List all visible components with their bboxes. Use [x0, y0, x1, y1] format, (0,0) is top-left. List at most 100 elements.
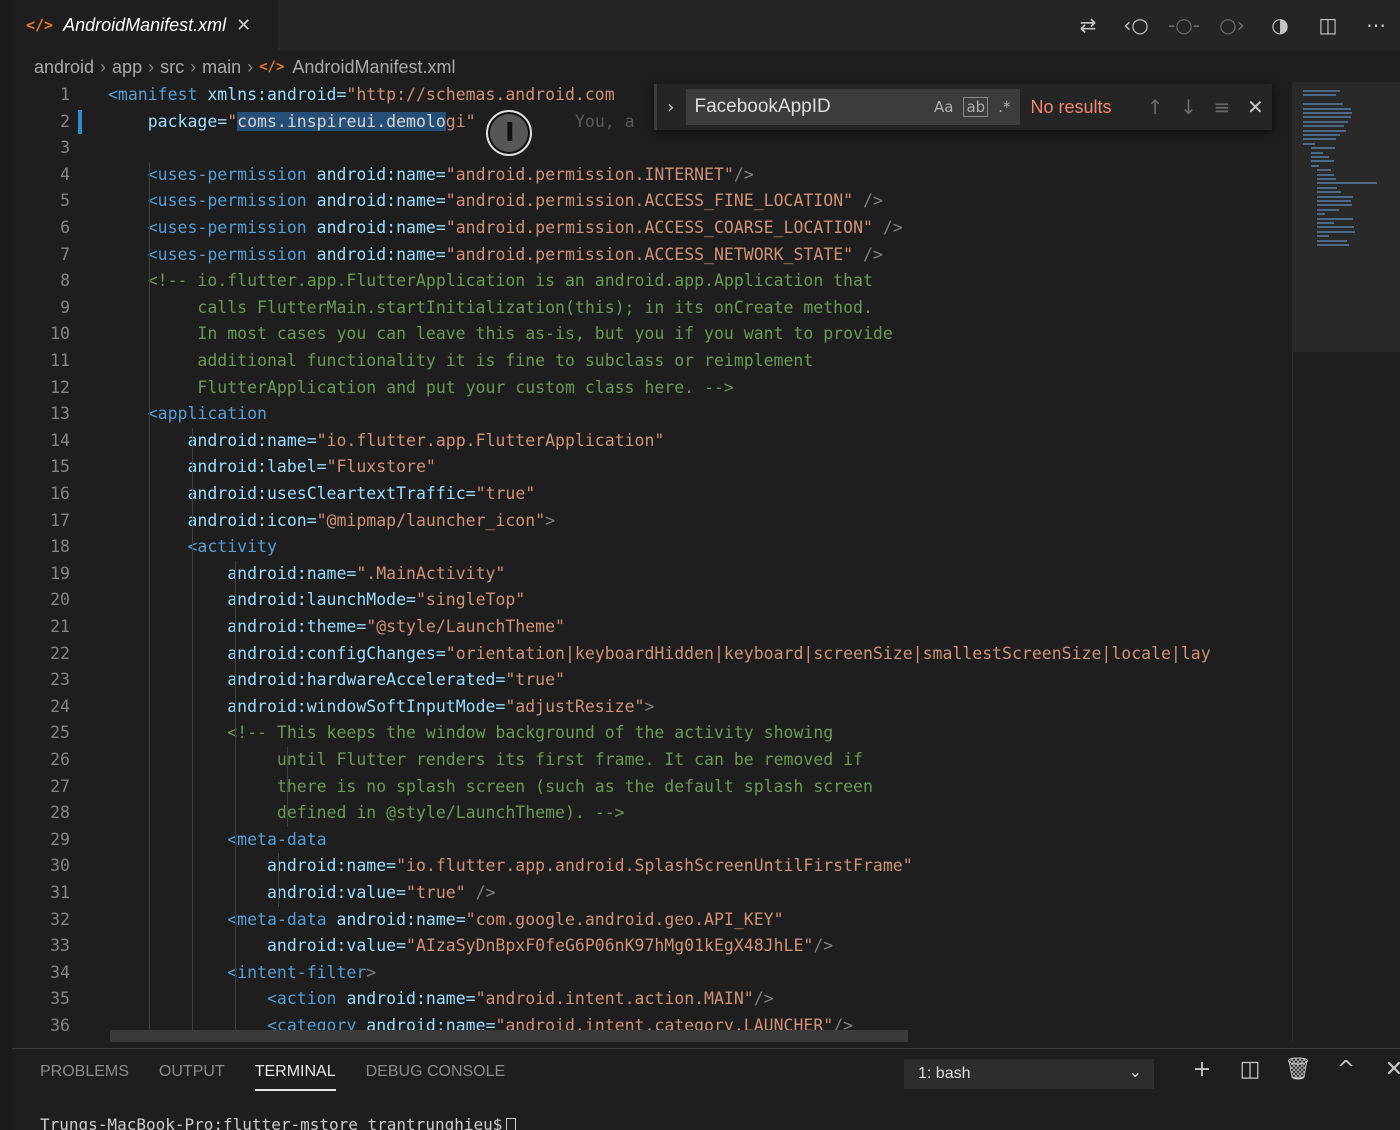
code-line[interactable]: 31 android:value="true" /> [12, 880, 1292, 907]
code-token: /> [853, 191, 883, 211]
code-line[interactable]: 15 android:label="Fluxstore" [12, 454, 1292, 481]
more-actions-icon[interactable]: ⋯ [1352, 13, 1400, 37]
go-forward-icon[interactable]: ○› [1208, 13, 1256, 37]
terminal-select[interactable]: 1: bash ⌄ [904, 1059, 1154, 1089]
code-token: ".MainActivity" [356, 563, 506, 583]
minimap-line [1303, 94, 1336, 97]
code-token: /> [733, 164, 754, 184]
code-line[interactable]: 12 FlutterApplication and put your custo… [12, 375, 1292, 402]
code-token: android:configChanges= [227, 643, 446, 663]
find-status: No results [1030, 96, 1112, 117]
breadcrumb-main[interactable]: main [202, 57, 241, 78]
code-line[interactable]: 17 android:icon="@mipmap/launcher_icon"> [12, 508, 1292, 535]
code-line[interactable]: 23 android:hardwareAccelerated="true" [12, 667, 1292, 694]
breadcrumb-file[interactable]: AndroidManifest.xml [292, 57, 455, 78]
code-text: <uses-permission android:name="android.p… [108, 245, 883, 264]
code-line[interactable]: 30 android:name="io.flutter.app.android.… [12, 853, 1292, 880]
go-back-icon[interactable]: ‹○ [1112, 13, 1160, 37]
find-in-selection-icon[interactable]: ≡ [1205, 95, 1238, 119]
code-line[interactable]: 6 <uses-permission android:name="android… [12, 215, 1292, 242]
previous-match-icon[interactable]: ↑ [1138, 95, 1171, 119]
code-line[interactable]: 25 <!-- This keeps the window background… [12, 720, 1292, 747]
code-line[interactable]: 9 calls FlutterMain.startInitialization(… [12, 295, 1292, 322]
split-terminal-icon[interactable]: ◫ [1226, 1057, 1274, 1082]
find-close-icon[interactable]: ✕ [1239, 95, 1272, 119]
close-panel-icon[interactable]: ✕ [1370, 1057, 1400, 1082]
open-changes-icon[interactable]: ⇄ [1064, 13, 1112, 37]
code-line[interactable]: 34 <intent-filter> [12, 960, 1292, 987]
code-line[interactable]: 14 android:name="io.flutter.app.FlutterA… [12, 428, 1292, 455]
tab-androidmanifest[interactable]: </> AndroidManifest.xml ✕ [12, 0, 278, 50]
toggle-replace-icon[interactable]: › [657, 97, 684, 118]
minimap-line [1317, 195, 1353, 198]
code-line[interactable]: 8 <!-- io.flutter.app.FlutterApplication… [12, 268, 1292, 295]
code-line[interactable]: 7 <uses-permission android:name="android… [12, 242, 1292, 269]
breadcrumb-sep-icon: › [247, 56, 254, 77]
code-line[interactable]: 27 there is no splash screen (such as th… [12, 774, 1292, 801]
code-line[interactable]: 10 In most cases you can leave this as-i… [12, 321, 1292, 348]
split-editor-icon[interactable]: ◫ [1304, 13, 1352, 37]
breadcrumb-app[interactable]: app [112, 57, 142, 78]
regex-icon[interactable]: .* [998, 98, 1010, 116]
tab-debug-console[interactable]: DEBUG CONSOLE [366, 1063, 506, 1091]
tab-close-icon[interactable]: ✕ [236, 15, 251, 36]
terminal-caret [506, 1117, 517, 1130]
line-number: 3 [60, 138, 70, 158]
code-line[interactable]: 20 android:launchMode="singleTop" [12, 587, 1292, 614]
code-line[interactable]: 18 <activity [12, 534, 1292, 561]
code-line[interactable]: 11 additional functionality it is fine t… [12, 348, 1292, 375]
line-number: 27 [50, 776, 70, 796]
code-line[interactable]: 29 <meta-data [12, 827, 1292, 854]
code-token: > [366, 962, 377, 982]
code-token: "io.flutter.app.FlutterApplication" [316, 430, 665, 450]
code-token: xmlns:android= [207, 85, 347, 104]
timeline-commit-icon[interactable]: -○- [1160, 13, 1208, 37]
horizontal-scrollbar[interactable] [110, 1030, 908, 1042]
code-line[interactable]: 32 <meta-data android:name="com.google.a… [12, 907, 1292, 934]
code-line[interactable]: 22 android:configChanges="orientation|ke… [12, 641, 1292, 668]
code-line[interactable]: 16 android:usesCleartextTraffic="true" [12, 481, 1292, 508]
whole-word-icon[interactable]: ab [963, 97, 989, 117]
code-line[interactable]: 24 android:windowSoftInputMode="adjustRe… [12, 694, 1292, 721]
code-line[interactable]: 5 <uses-permission android:name="android… [12, 188, 1292, 215]
code-line[interactable]: 4 <uses-permission android:name="android… [12, 162, 1292, 189]
line-number: 26 [50, 750, 70, 769]
maximize-panel-icon[interactable]: ^ [1322, 1057, 1370, 1082]
new-terminal-icon[interactable]: + [1178, 1057, 1226, 1082]
breadcrumb-android[interactable]: android [34, 57, 94, 78]
line-number: 36 [50, 1016, 70, 1035]
terminal-prompt[interactable]: Trungs-MacBook-Pro:flutter-mstore trantr… [40, 1115, 517, 1130]
code-text: android:value="true" /> [108, 883, 496, 902]
code-text: <uses-permission android:name="android.p… [108, 191, 883, 210]
minimap[interactable] [1292, 82, 1400, 1042]
code-editor[interactable]: 1 <manifest xmlns:android="http://schemas… [12, 82, 1292, 1042]
tab-output[interactable]: OUTPUT [159, 1063, 225, 1091]
line-number: 8 [60, 271, 70, 291]
match-case-icon[interactable]: Aa [934, 98, 953, 116]
code-line[interactable]: 21 android:theme="@style/LaunchTheme" [12, 614, 1292, 641]
minimap-line [1317, 182, 1377, 185]
minimap-line [1317, 239, 1347, 242]
minimap-line [1311, 160, 1334, 163]
code-line[interactable]: 26 until Flutter renders its first frame… [12, 747, 1292, 774]
tab-problems[interactable]: PROBLEMS [40, 1063, 129, 1091]
code-line[interactable]: 28 defined in @style/LaunchTheme). --> [12, 800, 1292, 827]
code-line[interactable]: 19 android:name=".MainActivity" [12, 561, 1292, 588]
code-line[interactable]: 35 <action android:name="android.intent.… [12, 986, 1292, 1013]
find-input[interactable] [694, 96, 934, 118]
code-line[interactable]: 33 android:value="AIzaSyDnBpxF0feG6P06nK… [12, 933, 1292, 960]
line-number: 35 [50, 989, 70, 1009]
tab-terminal[interactable]: TERMINAL [254, 1063, 336, 1091]
code-token: <uses-permission [147, 218, 317, 237]
breadcrumb-src[interactable]: src [160, 57, 184, 78]
git-lens-icon[interactable]: ◑ [1256, 13, 1304, 37]
next-match-icon[interactable]: ↓ [1172, 95, 1205, 119]
kill-terminal-icon[interactable]: 🗑 [1274, 1057, 1322, 1082]
code-line[interactable]: 13 <application [12, 401, 1292, 428]
code-line[interactable]: 3 [12, 135, 1292, 162]
code-token: android:name= [316, 191, 446, 211]
